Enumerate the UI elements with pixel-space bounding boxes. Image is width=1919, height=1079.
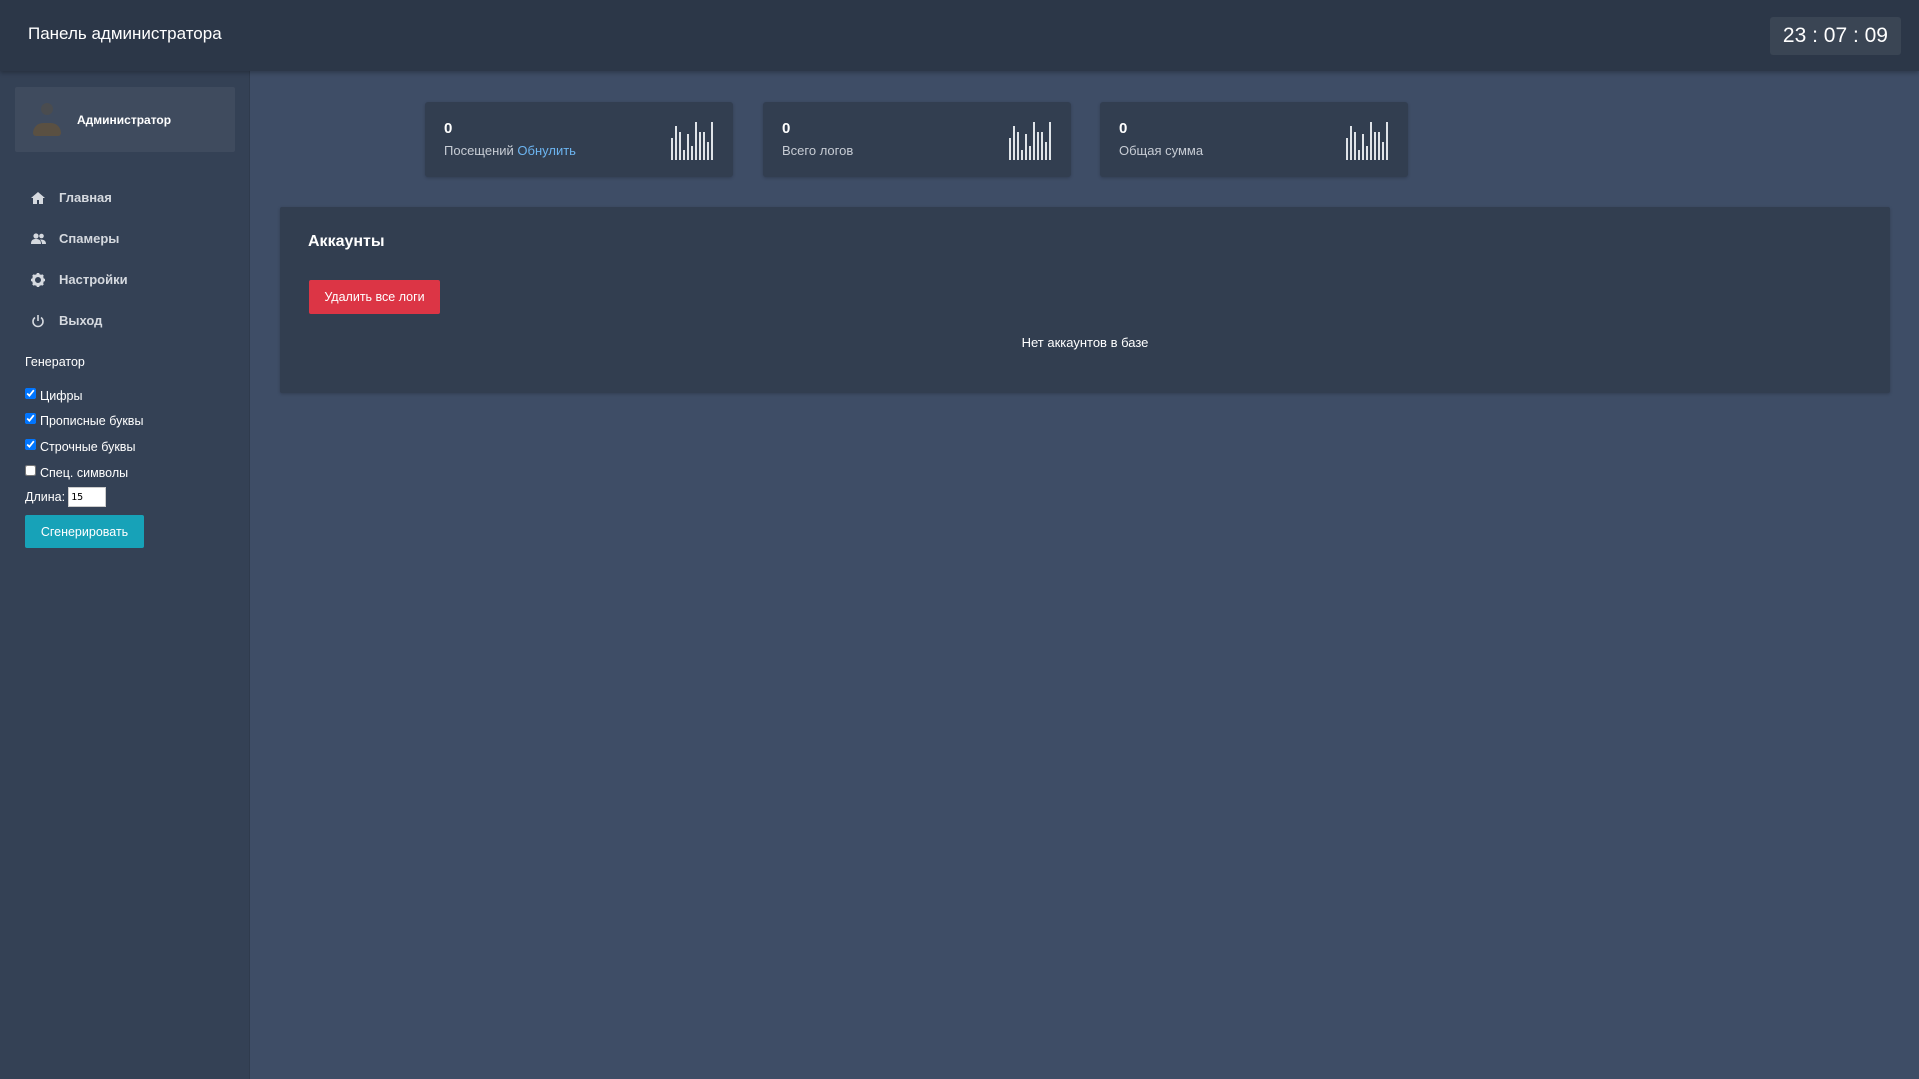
- spark-bar: [1362, 134, 1364, 160]
- spark-bar: [1350, 126, 1352, 160]
- sidebar: Администратор Главная Спамеры Настройки …: [0, 71, 250, 1079]
- length-row: Длина:: [25, 487, 144, 508]
- uppercase-checkbox[interactable]: [25, 413, 36, 425]
- spark-bar: [1366, 146, 1368, 160]
- spark-bar: [1029, 146, 1031, 160]
- sidebar-item-label: Выход: [59, 313, 103, 328]
- bar-chart-icon: [1346, 122, 1388, 160]
- spark-bar: [1041, 132, 1043, 160]
- sidebar-item-label: Настройки: [59, 272, 128, 287]
- spark-bar: [1033, 122, 1035, 160]
- option-label: Цифры: [40, 388, 83, 403]
- spark-bar: [1382, 142, 1384, 160]
- panel-title: Аккаунты: [308, 233, 385, 250]
- option-special[interactable]: Спец. символы: [25, 460, 144, 486]
- option-lowercase[interactable]: Строчные буквы: [25, 434, 144, 460]
- spark-bar: [1378, 132, 1380, 160]
- accounts-panel: Аккаунты Удалить все логи Нет аккаунтов …: [280, 207, 1890, 393]
- spark-bar: [703, 132, 705, 160]
- stat-card-visits: 0 Посещений Обнулить: [425, 102, 733, 177]
- home-icon: [30, 190, 46, 206]
- stat-label: Всего логов: [782, 143, 854, 158]
- spark-bar: [1013, 126, 1015, 160]
- sidebar-item-logout[interactable]: Выход: [30, 300, 128, 341]
- spark-bar: [1045, 142, 1047, 160]
- spark-bar: [699, 132, 701, 160]
- digits-checkbox[interactable]: [25, 387, 36, 399]
- spark-bar: [1386, 122, 1388, 160]
- stat-card-logs: 0 Всего логов: [763, 102, 1071, 177]
- sidebar-item-settings[interactable]: Настройки: [30, 259, 128, 300]
- spark-bar: [1037, 132, 1039, 160]
- sidebar-nav: Главная Спамеры Настройки Выход: [30, 177, 128, 341]
- lowercase-checkbox[interactable]: [25, 438, 36, 450]
- option-label: Спец. символы: [40, 465, 129, 480]
- user-card: Администратор: [15, 87, 235, 152]
- stat-label: Общая сумма: [1119, 143, 1204, 158]
- spark-bar: [1358, 150, 1360, 160]
- sidebar-item-label: Спамеры: [59, 231, 120, 246]
- spark-bar: [687, 134, 689, 160]
- spark-bar: [691, 146, 693, 160]
- sidebar-item-home[interactable]: Главная: [30, 177, 128, 218]
- avatar: [32, 101, 62, 139]
- generate-button[interactable]: Сгенерировать: [25, 515, 144, 549]
- option-label: Строчные буквы: [40, 439, 136, 454]
- stat-label: Посещений: [444, 143, 514, 158]
- bar-chart-icon: [1009, 122, 1051, 160]
- spark-bar: [711, 122, 713, 160]
- stat-value: 0: [444, 120, 453, 137]
- power-icon: [30, 313, 46, 329]
- gear-icon: [30, 272, 46, 288]
- empty-message: Нет аккаунтов в базе: [1021, 335, 1149, 350]
- spark-bar: [683, 150, 685, 160]
- spark-bar: [1017, 132, 1019, 160]
- stat-value: 0: [1119, 120, 1128, 137]
- top-header: Панель администратора 23 : 07 : 09: [0, 0, 1919, 71]
- spark-bar: [679, 132, 681, 160]
- spark-bar: [671, 138, 673, 160]
- spark-bar: [1346, 138, 1348, 160]
- stat-card-total: 0 Общая сумма: [1100, 102, 1408, 177]
- clock: 23 : 07 : 09: [1769, 17, 1901, 55]
- option-label: Прописные буквы: [40, 414, 144, 429]
- spark-bar: [1025, 134, 1027, 160]
- special-checkbox[interactable]: [25, 464, 36, 476]
- spark-bar: [1009, 138, 1011, 160]
- spark-bar: [1374, 132, 1376, 160]
- option-uppercase[interactable]: Прописные буквы: [25, 409, 144, 435]
- spark-bar: [695, 122, 697, 160]
- length-label: Длина:: [25, 490, 66, 505]
- option-digits[interactable]: Цифры: [25, 383, 144, 409]
- generator-title: Генератор: [25, 355, 85, 369]
- user-name: Администратор: [77, 113, 172, 127]
- spark-bar: [1021, 150, 1023, 160]
- sidebar-item-spammers[interactable]: Спамеры: [30, 218, 128, 259]
- spark-bar: [1354, 132, 1356, 160]
- delete-all-logs-button[interactable]: Удалить все логи: [309, 280, 440, 314]
- app-title: Панель администратора: [28, 24, 222, 43]
- spark-bar: [675, 126, 677, 160]
- sidebar-item-label: Главная: [59, 190, 112, 205]
- generator-section: Генератор Цифры Прописные буквы Строчные…: [25, 355, 144, 549]
- spark-bar: [707, 142, 709, 160]
- stat-value: 0: [782, 120, 791, 137]
- users-icon: [30, 231, 46, 247]
- spark-bar: [1370, 122, 1372, 160]
- length-input[interactable]: [68, 487, 107, 508]
- spark-bar: [1049, 122, 1051, 160]
- bar-chart-icon: [671, 122, 713, 160]
- reset-link[interactable]: Обнулить: [517, 143, 576, 158]
